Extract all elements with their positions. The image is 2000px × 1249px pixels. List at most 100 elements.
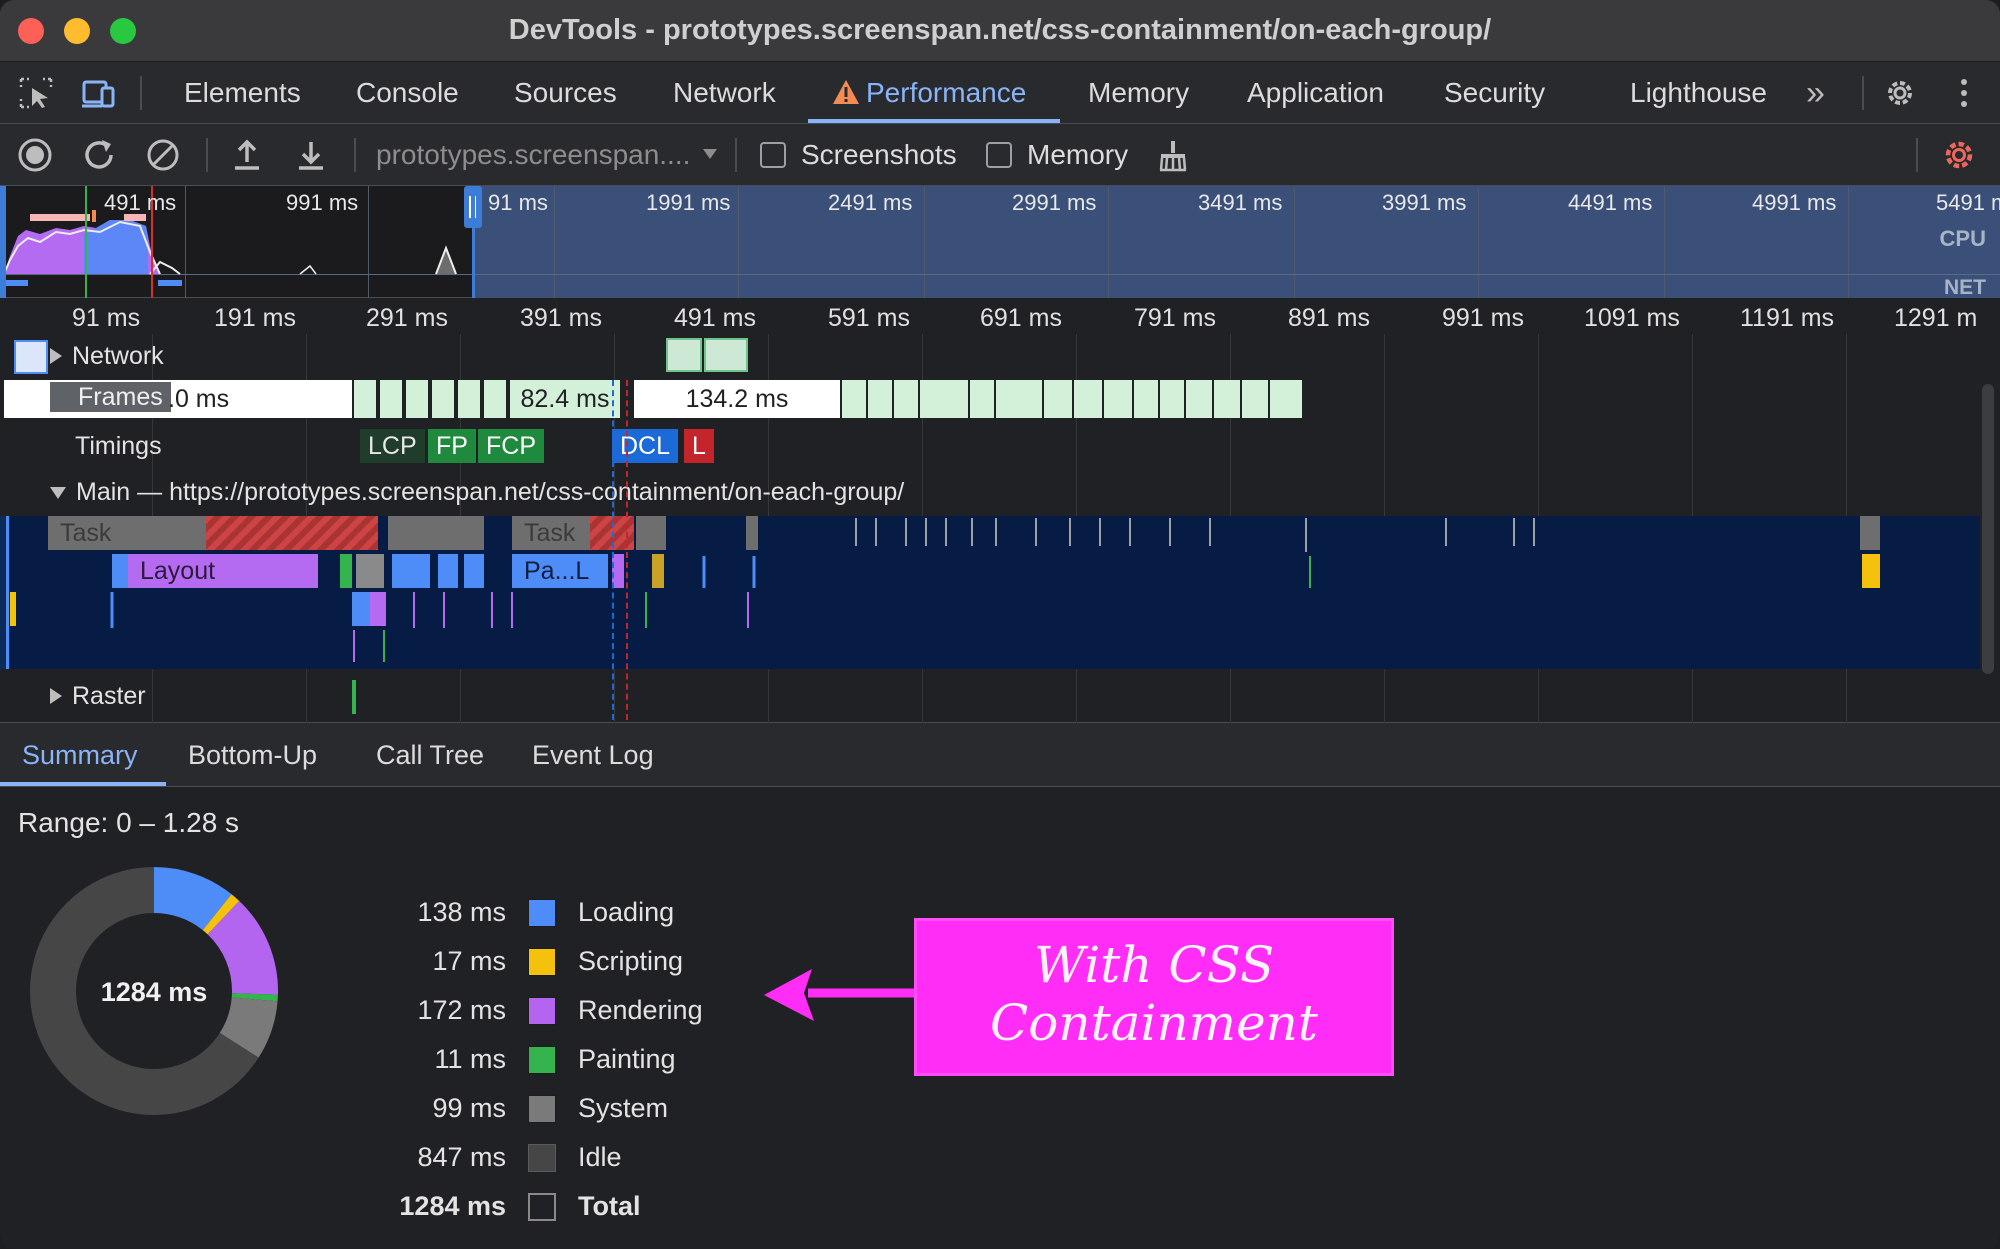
ruler-label: 591 ms xyxy=(828,304,910,332)
fcp-vertical-line xyxy=(612,380,614,720)
frame-block[interactable] xyxy=(380,380,402,418)
main-thread-track[interactable]: Main — https://prototypes.screenspan.net… xyxy=(50,478,904,507)
frame-block[interactable] xyxy=(354,380,376,418)
frame-block[interactable] xyxy=(1186,380,1212,418)
frame-block[interactable] xyxy=(894,380,918,418)
frame-block[interactable] xyxy=(1160,380,1184,418)
screenshots-checkbox[interactable] xyxy=(760,142,786,168)
annotation-text: With CSS Containment xyxy=(914,936,1394,1052)
inspect-element-icon[interactable] xyxy=(18,76,54,110)
frame-block[interactable] xyxy=(1134,380,1158,418)
tab-performance[interactable]: Performance xyxy=(832,62,1026,124)
garbage-collect-icon[interactable] xyxy=(1154,136,1192,174)
tab-memory[interactable]: Memory xyxy=(1088,62,1189,124)
network-request-bar[interactable] xyxy=(666,338,702,372)
load-vertical-line xyxy=(626,380,628,720)
overview-gridline xyxy=(924,186,925,298)
tab-bottom-up[interactable]: Bottom-Up xyxy=(188,723,317,787)
frame-block[interactable] xyxy=(1044,380,1072,418)
flame-chart[interactable]: 91 ms 191 ms 291 ms 391 ms 491 ms 591 ms… xyxy=(0,298,2000,724)
clear-icon[interactable] xyxy=(144,136,182,174)
network-request-bar[interactable] xyxy=(704,338,748,372)
timeline-overview[interactable]: 491 ms 991 ms 91 ms 1991 ms 2491 ms 2991… xyxy=(0,186,2000,299)
net-label: NET xyxy=(1944,276,1986,299)
frame-block[interactable] xyxy=(1104,380,1132,418)
painting-swatch xyxy=(528,1046,556,1074)
frame-block[interactable] xyxy=(920,380,968,418)
frame-block[interactable]: Frames .0 ms xyxy=(4,380,352,418)
load-marker[interactable]: L xyxy=(684,429,714,463)
tab-application[interactable]: Application xyxy=(1247,62,1384,124)
toolbar-divider xyxy=(140,76,142,110)
tab-event-log[interactable]: Event Log xyxy=(532,723,654,787)
frame-block[interactable] xyxy=(1242,380,1268,418)
rendering-swatch xyxy=(528,997,556,1025)
more-options-icon[interactable] xyxy=(1950,76,1986,110)
ruler-label: 1091 ms xyxy=(1584,304,1680,332)
device-toolbar-icon[interactable] xyxy=(80,76,116,110)
details-tab-bar: Summary Bottom-Up Call Tree Event Log xyxy=(0,723,2000,787)
screenshots-label: Screenshots xyxy=(801,139,957,170)
overview-gridline xyxy=(1294,186,1295,298)
more-tabs-button[interactable]: » xyxy=(1806,62,1825,124)
dropdown-arrow-icon xyxy=(703,149,718,159)
frame-block[interactable] xyxy=(1074,380,1102,418)
frame-block[interactable] xyxy=(842,380,866,418)
raster-event[interactable] xyxy=(352,680,356,714)
ruler-label: 291 ms xyxy=(366,304,448,332)
toolbar-divider xyxy=(735,138,737,172)
frame-block[interactable] xyxy=(1214,380,1240,418)
legend-row-idle: 847 ms Idle xyxy=(300,1142,760,1186)
upload-profile-icon[interactable] xyxy=(228,136,266,174)
network-track[interactable]: Network xyxy=(50,342,164,371)
reload-record-icon[interactable] xyxy=(80,136,118,174)
frames-track-label: Frames xyxy=(50,382,171,412)
frame-block[interactable] xyxy=(484,380,506,418)
tab-network[interactable]: Network xyxy=(673,62,776,124)
frame-block[interactable] xyxy=(406,380,428,418)
network-track-label: Network xyxy=(72,342,164,370)
settings-gear-icon[interactable] xyxy=(1882,76,1918,110)
frame-block[interactable]: 82.4 ms xyxy=(510,380,620,418)
fp-marker[interactable]: FP xyxy=(428,429,476,463)
tab-elements[interactable]: Elements xyxy=(184,62,301,124)
overview-tick-label: 3491 ms xyxy=(1198,190,1283,215)
main-thread-flame-area[interactable]: Task Task Layout Pa...L xyxy=(0,516,1980,669)
frames-track[interactable]: Frames .0 ms 82.4 ms 134.2 ms xyxy=(0,380,1980,420)
download-profile-icon[interactable] xyxy=(292,136,330,174)
frame-block[interactable] xyxy=(970,380,994,418)
tab-call-tree[interactable]: Call Tree xyxy=(376,723,484,787)
performance-toolbar: prototypes.screenspan.... Screenshots Me… xyxy=(0,124,2000,186)
overview-left-handle[interactable] xyxy=(0,186,6,298)
legend-row-scripting: 17 ms Scripting xyxy=(300,946,760,990)
tab-summary[interactable]: Summary xyxy=(22,723,138,787)
memory-checkbox[interactable] xyxy=(986,142,1012,168)
lcp-marker[interactable]: LCP xyxy=(360,429,425,463)
painting-value: 11 ms xyxy=(434,1044,506,1074)
scrollbar[interactable] xyxy=(1982,384,1994,674)
legend-row-rendering: 172 ms Rendering xyxy=(300,995,760,1039)
recording-select[interactable]: prototypes.screenspan.... xyxy=(376,124,718,186)
frame-block[interactable] xyxy=(1270,380,1302,418)
frame-block[interactable] xyxy=(996,380,1042,418)
raster-track-label: Raster xyxy=(72,682,146,710)
idle-label: Idle xyxy=(578,1142,622,1172)
cpu-activity-graph xyxy=(0,186,457,298)
tab-console[interactable]: Console xyxy=(356,62,459,124)
tab-lighthouse[interactable]: Lighthouse xyxy=(1630,62,1767,124)
tab-sources[interactable]: Sources xyxy=(514,62,617,124)
memory-label: Memory xyxy=(1027,139,1129,170)
frame-block[interactable] xyxy=(458,380,480,418)
raster-track[interactable]: Raster xyxy=(50,682,146,711)
active-tab-indicator xyxy=(808,119,1060,123)
capture-settings-icon[interactable] xyxy=(1940,136,1978,174)
frame-block[interactable] xyxy=(868,380,892,418)
frame-block[interactable] xyxy=(432,380,454,418)
tab-security[interactable]: Security xyxy=(1444,62,1545,124)
dcl-marker[interactable]: DCL xyxy=(612,429,679,463)
ruler-label: 391 ms xyxy=(520,304,602,332)
frame-block[interactable]: 134.2 ms xyxy=(634,380,840,418)
record-icon[interactable] xyxy=(16,136,54,174)
rendering-label: Rendering xyxy=(578,995,703,1025)
fcp-marker[interactable]: FCP xyxy=(478,429,544,463)
